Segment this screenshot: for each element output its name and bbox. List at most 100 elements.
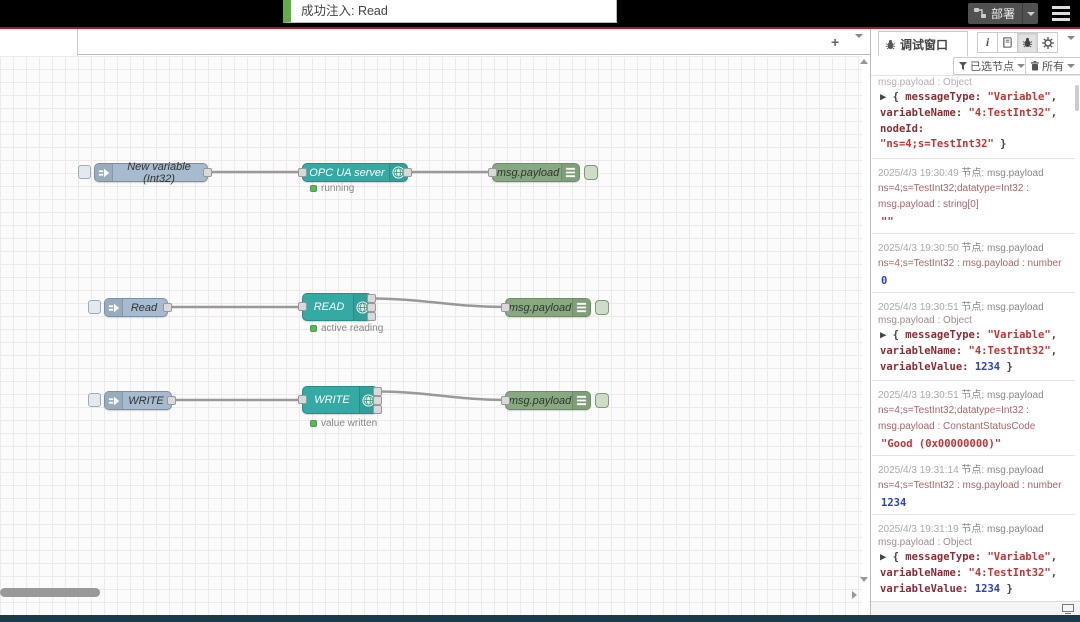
debug-object-header: msg.payload : Object — [878, 315, 972, 326]
output-port[interactable] — [367, 294, 376, 303]
input-port[interactable] — [501, 396, 510, 405]
debug-topic: ns=4;s=TestInt32;datatype=Int32 : msg.pa… — [878, 183, 1029, 210]
debug-message-meta: 2025/4/3 19:31:19 节点: msg.payload — [878, 520, 1071, 535]
input-port[interactable] — [298, 302, 307, 311]
add-flow-button[interactable]: + — [831, 35, 839, 49]
flow-list-caret[interactable] — [855, 34, 863, 54]
node-inject-new-variable[interactable]: New variable (Int32) — [94, 161, 212, 185]
filter-nodes-button[interactable]: 已选节点 — [953, 57, 1031, 75]
input-port[interactable] — [298, 395, 307, 404]
node-debug-1[interactable]: msg.payload — [488, 163, 580, 182]
status-text: value written — [321, 418, 378, 429]
node-debug-3[interactable]: msg.payload — [501, 391, 591, 410]
inject-icon — [105, 392, 123, 409]
debug-topic: ns=4;s=TestInt32;datatype=Int32 : msg.pa… — [878, 405, 1036, 433]
debug-timestamp: 2025/4/3 19:31:14 — [878, 465, 959, 477]
json-token: 1234 — [974, 360, 1001, 373]
output-port[interactable] — [403, 168, 412, 177]
debug-node-name: 节点: msg.payload — [958, 390, 1044, 402]
node-inject-read[interactable]: Read — [104, 298, 172, 317]
debug-object-json: ▶ { messageType: "Variable", variableName… — [878, 327, 1071, 376]
debug-object-header: msg.payload : Object — [878, 537, 972, 549]
debug-timestamp: 2025/4/3 19:31:19 — [878, 524, 959, 536]
tab-help-button[interactable] — [997, 32, 1018, 53]
input-port[interactable] — [298, 168, 307, 177]
trash-icon — [1031, 61, 1039, 71]
bottom-bar — [0, 615, 1080, 622]
json-token: "4:TestInt32" — [968, 344, 1051, 357]
bug-icon — [885, 39, 896, 49]
node-debug-2[interactable]: msg.payload — [501, 298, 591, 317]
input-port[interactable] — [488, 168, 497, 177]
output-port[interactable] — [373, 405, 382, 414]
notification-toast: 成功注入: Read — [283, 0, 617, 23]
input-port[interactable] — [501, 303, 510, 312]
debug-message-meta: 2025/4/3 19:30:50 节点: msg.payload — [878, 239, 1071, 254]
json-token: variableName: — [880, 567, 969, 579]
debug-message-meta: 2025/4/3 19:30:51 节点: msg.payload — [878, 298, 1071, 313]
bug-icon — [1022, 37, 1033, 48]
expand-toggle[interactable]: ▶ { — [880, 329, 905, 341]
debug-toggle-button-2[interactable] — [595, 300, 609, 315]
json-token: nodeId: — [880, 122, 925, 135]
scroll-right-arrow[interactable] — [852, 591, 857, 599]
json-token: 1234 — [974, 582, 1001, 595]
node-opcua-write[interactable]: WRITE — [298, 386, 382, 414]
debug-node-name: 节点: msg.payload — [958, 465, 1044, 477]
status-text: running — [321, 183, 355, 194]
flow-tab-active[interactable] — [0, 29, 78, 56]
inject-icon — [105, 299, 123, 316]
debug-json-line: variableValue: 1234 } — [880, 582, 1071, 598]
node-opcua-server[interactable]: OPC UA server — [298, 163, 412, 182]
tab-config-button[interactable] — [1037, 32, 1058, 53]
output-port[interactable] — [373, 387, 382, 396]
inject-button-new-variable[interactable] — [78, 165, 91, 179]
clear-messages-button[interactable]: 所有 — [1025, 57, 1080, 75]
debug-message: 2025/4/3 19:30:51 节点: msg.payload ns=4;s=… — [872, 381, 1075, 457]
sidebar-scrollbar[interactable] — [1075, 85, 1079, 111]
output-port[interactable] — [203, 168, 212, 177]
json-token: , — [1050, 344, 1058, 357]
gear-icon — [1041, 36, 1054, 49]
node-opcua-read[interactable]: READ — [298, 293, 376, 321]
debug-message: 2025/4/3 19:30:50 节点: msg.payload ns=4;s=… — [872, 234, 1075, 293]
output-port[interactable] — [163, 303, 172, 312]
node-inject-write[interactable]: WRITE — [104, 391, 176, 410]
debug-toggle-button-1[interactable] — [584, 165, 598, 180]
debug-json-line: variableValue: 1234 } — [880, 360, 1071, 376]
output-port[interactable] — [367, 303, 376, 312]
open-window-icon[interactable] — [1062, 604, 1074, 614]
debug-filter-row: 已选节点 所有 — [871, 56, 1080, 76]
info-icon: i — [985, 35, 990, 49]
scroll-up-arrow[interactable] — [860, 59, 868, 64]
node-label: msg.payload — [508, 301, 572, 314]
json-token: } — [1000, 582, 1013, 595]
tab-debug-button[interactable] — [1017, 32, 1038, 53]
node-status: active reading — [310, 323, 383, 334]
node-status: value written — [310, 418, 377, 429]
main-menu-button[interactable] — [1052, 6, 1070, 21]
flow-canvas[interactable] — [0, 56, 862, 617]
debug-message-list[interactable]: msg.payload : Object ▶ { messageType: "Va… — [872, 77, 1075, 600]
deploy-options-caret[interactable] — [1022, 3, 1038, 24]
debug-message: 2025/4/3 19:30:49 节点: msg.payload ns=4;s=… — [872, 159, 1075, 234]
horizontal-scrollbar[interactable] — [0, 588, 100, 597]
inject-button-write[interactable] — [88, 393, 101, 407]
json-token: , — [1050, 567, 1058, 579]
output-port[interactable] — [167, 396, 176, 405]
clear-label: 所有 — [1042, 61, 1064, 73]
expand-toggle[interactable]: ▶ { — [880, 551, 905, 563]
tab-debug-window[interactable]: 调试窗口 — [878, 31, 968, 56]
debug-toggle-button-3[interactable] — [595, 393, 609, 408]
scroll-down-arrow[interactable] — [860, 577, 868, 582]
debug-value: "Good (0x00000000)" — [881, 438, 1002, 451]
debug-object-json: ▶ { messageType: "Variable", variableName… — [878, 549, 1071, 598]
debug-timestamp: 2025/4/3 19:30:50 — [878, 243, 959, 254]
output-port[interactable] — [367, 312, 376, 321]
output-port[interactable] — [373, 396, 382, 405]
deploy-button[interactable]: 部署 — [968, 3, 1038, 24]
inject-button-read[interactable] — [88, 300, 101, 314]
expand-toggle[interactable]: ▶ { — [880, 91, 905, 103]
tab-info-button[interactable]: i — [977, 32, 998, 53]
debug-timestamp: 2025/4/3 19:30:49 — [878, 168, 959, 179]
